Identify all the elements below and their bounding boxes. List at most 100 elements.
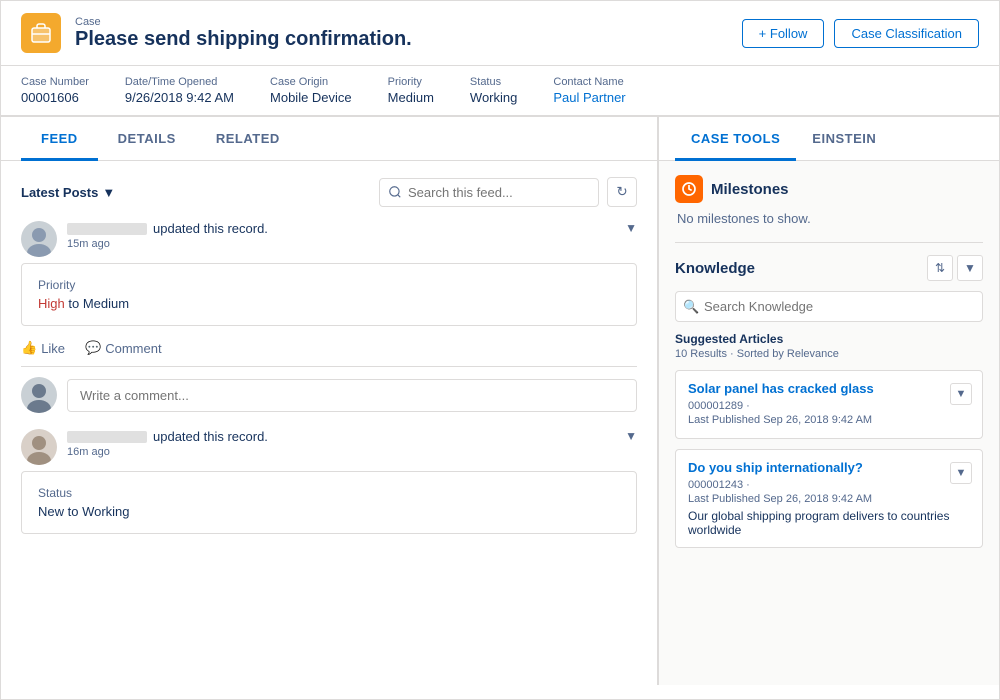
header-left: Case Please send shipping confirmation. [21, 13, 412, 53]
datetime-label: Date/Time Opened [125, 76, 234, 88]
chevron-down-icon: ▼ [102, 185, 115, 200]
contact-field: Contact Name Paul Partner [553, 76, 625, 105]
thumbs-up-icon: 👍 [21, 340, 37, 356]
feed-search-input[interactable] [379, 178, 599, 207]
tab-case-tools[interactable]: CASE TOOLS [675, 117, 796, 161]
change-new-1: Medium [83, 296, 129, 311]
post-user-1: updated this record. [67, 221, 615, 236]
results-meta: 10 Results · Sorted by Relevance [675, 348, 983, 360]
comment-input[interactable] [67, 379, 637, 412]
suggested-articles-label: Suggested Articles [675, 332, 983, 346]
knowledge-dropdown-button[interactable]: ▼ [957, 255, 983, 281]
case-icon [21, 13, 61, 53]
search-icon: 🔍 [683, 299, 699, 315]
user-name-blur-1 [67, 223, 147, 235]
milestones-header: Milestones [675, 175, 983, 203]
refresh-icon: ↻ [616, 184, 627, 200]
tab-details[interactable]: DETAILS [98, 117, 196, 161]
post-chevron-1[interactable]: ▼ [625, 221, 637, 235]
latest-posts-button[interactable]: Latest Posts ▼ [21, 185, 115, 200]
article-title-0[interactable]: Solar panel has cracked glass [688, 381, 970, 396]
article-chevron-0[interactable]: ▼ [950, 383, 972, 405]
tab-feed[interactable]: FEED [21, 117, 98, 161]
post-chevron-2[interactable]: ▼ [625, 429, 637, 443]
knowledge-actions: ⇅ ▼ [927, 255, 983, 281]
article-published-0: Last Published Sep 26, 2018 9:42 AM [688, 414, 970, 426]
knowledge-section: Knowledge ⇅ ▼ 🔍 [675, 255, 983, 548]
like-label: Like [41, 341, 65, 356]
change-field-1: Priority [38, 278, 620, 292]
feed-search-wrap: ↻ [379, 177, 637, 207]
post-header-1: updated this record. 15m ago ▼ [21, 221, 637, 257]
article-item-1: Do you ship internationally? 000001243 ·… [675, 449, 983, 548]
status-field: Status Working [470, 76, 517, 105]
case-classification-button[interactable]: Case Classification [834, 19, 979, 48]
right-panel: CASE TOOLS EINSTEIN Milestones [659, 117, 999, 685]
header-title-block: Case Please send shipping confirmation. [75, 16, 412, 51]
case-number-field: Case Number 00001606 [21, 76, 89, 105]
knowledge-sort-button[interactable]: ⇅ [927, 255, 953, 281]
change-field-2: Status [38, 486, 620, 500]
case-number-value: 00001606 [21, 90, 89, 105]
contact-value[interactable]: Paul Partner [553, 90, 625, 105]
classify-label: Case Classification [851, 26, 962, 41]
origin-value: Mobile Device [270, 90, 352, 105]
right-content: Milestones No milestones to show. Knowle… [659, 161, 999, 685]
avatar-2 [21, 429, 57, 465]
knowledge-search-wrap: 🔍 [675, 291, 983, 322]
change-connector-1: to [65, 296, 83, 311]
article-dot-0: · [746, 400, 750, 412]
article-number-0: 000001289 [688, 400, 743, 412]
article-chevron-1[interactable]: ▼ [950, 462, 972, 484]
feed-post-1: updated this record. 15m ago ▼ Priority … [21, 221, 637, 413]
post-header-2: updated this record. 16m ago ▼ [21, 429, 637, 465]
status-label: Status [470, 76, 517, 88]
origin-label: Case Origin [270, 76, 352, 88]
priority-value: Medium [388, 90, 434, 105]
case-number-label: Case Number [21, 76, 89, 88]
right-tabs: CASE TOOLS EINSTEIN [659, 117, 999, 161]
comment-icon: 💬 [85, 340, 101, 356]
post-action-1: updated this record. [153, 221, 268, 236]
refresh-button[interactable]: ↻ [607, 177, 637, 207]
comment-button[interactable]: 💬 Comment [85, 340, 162, 356]
knowledge-header: Knowledge ⇅ ▼ [675, 255, 983, 281]
header-actions: + Follow Case Classification [742, 19, 979, 48]
article-meta-1: 000001243 · [688, 479, 970, 491]
post-time-1: 15m ago [67, 238, 615, 250]
contact-label: Contact Name [553, 76, 625, 88]
article-published-1: Last Published Sep 26, 2018 9:42 AM [688, 493, 970, 505]
feed-toolbar: Latest Posts ▼ ↻ [21, 177, 637, 207]
post-action-2: updated this record. [153, 429, 268, 444]
tab-related[interactable]: RELATED [196, 117, 300, 161]
left-tabs: FEED DETAILS RELATED [1, 117, 657, 161]
avatar-comment [21, 377, 57, 413]
avatar-1 [21, 221, 57, 257]
article-number-1: 000001243 [688, 479, 743, 491]
page-header: Case Please send shipping confirmation. … [1, 1, 999, 66]
article-dot-1: · [746, 479, 750, 491]
like-button[interactable]: 👍 Like [21, 340, 65, 356]
datetime-field: Date/Time Opened 9/26/2018 9:42 AM [125, 76, 234, 105]
user-name-blur-2 [67, 431, 147, 443]
comment-label: Comment [105, 341, 161, 356]
main-layout: FEED DETAILS RELATED Latest Posts ▼ ↻ [1, 117, 999, 685]
knowledge-search-input[interactable] [675, 291, 983, 322]
comment-row [21, 377, 637, 413]
origin-field: Case Origin Mobile Device [270, 76, 352, 105]
left-panel: FEED DETAILS RELATED Latest Posts ▼ ↻ [1, 117, 659, 685]
priority-field: Priority Medium [388, 76, 434, 105]
follow-button[interactable]: + Follow [742, 19, 825, 48]
follow-label: + Follow [759, 26, 808, 41]
article-desc-1: Our global shipping program delivers to … [688, 509, 970, 537]
change-value-1: High to Medium [38, 296, 620, 311]
chevron-down-icon: ▼ [964, 261, 976, 275]
post-user-2: updated this record. [67, 429, 615, 444]
article-title-1[interactable]: Do you ship internationally? [688, 460, 970, 475]
change-value-2: New to Working [38, 504, 620, 519]
change-old-1: High [38, 296, 65, 311]
object-type-label: Case [75, 16, 412, 28]
post-meta-2: updated this record. 16m ago [67, 429, 615, 458]
milestones-icon [675, 175, 703, 203]
tab-einstein[interactable]: EINSTEIN [796, 117, 892, 161]
